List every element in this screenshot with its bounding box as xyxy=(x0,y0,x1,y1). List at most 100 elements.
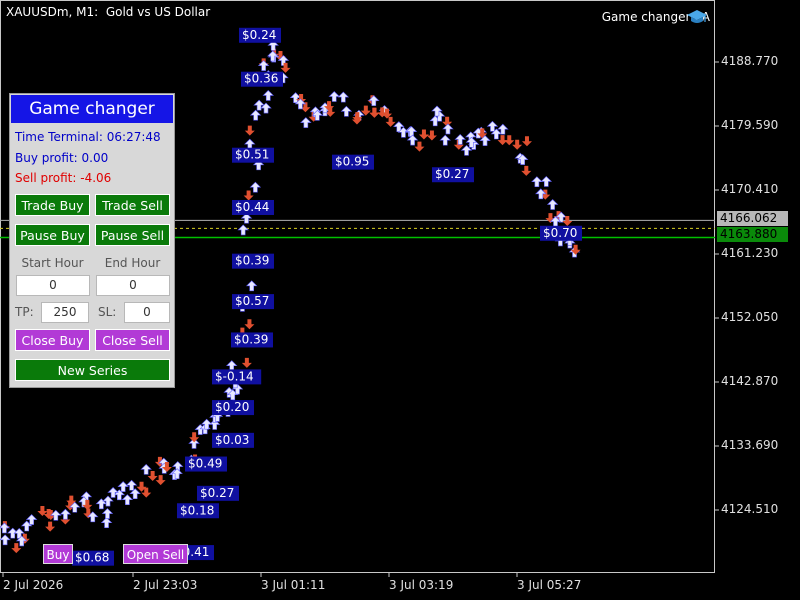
ask-price-tag: 4163.880 xyxy=(717,227,788,242)
bid-price-tag: 4166.062 xyxy=(717,211,788,226)
buy-profit-label: Buy profit: 0.00 xyxy=(15,151,109,165)
buy-arrow-marker xyxy=(257,60,270,71)
profit-label: $0.51 xyxy=(235,148,269,162)
sl-input[interactable]: 0 xyxy=(124,302,170,323)
buy-arrow-marker xyxy=(340,105,353,117)
start-hour-label: Start Hour xyxy=(21,256,84,270)
price-axis-label: 4170.410 xyxy=(721,182,779,196)
tp-label: TP: xyxy=(15,305,34,319)
profit-label: $0.39 xyxy=(234,332,268,346)
buy-arrow-marker xyxy=(405,126,418,137)
time-axis-label: 3 Jul 03:19 xyxy=(389,578,454,592)
price-axis-label: 4179.590 xyxy=(721,118,779,132)
price-axis-label: 4188.770 xyxy=(721,54,779,68)
sell-arrow-marker xyxy=(562,216,573,227)
sell-arrow-marker xyxy=(241,357,252,368)
tp-input[interactable]: 250 xyxy=(41,302,89,323)
price-axis-label: 4133.690 xyxy=(721,438,779,452)
price-axis-label: 4124.510 xyxy=(721,502,779,516)
open-sell-button[interactable]: Open Sell xyxy=(123,544,188,564)
time-axis-label: 3 Jul 05:27 xyxy=(517,578,582,592)
buy-arrow-marker xyxy=(546,199,559,210)
buy-arrow-marker xyxy=(121,494,134,506)
sell-arrow-marker xyxy=(244,125,255,136)
trade-buy-button[interactable]: Trade Buy xyxy=(15,194,90,216)
buy-arrow-marker xyxy=(0,534,11,546)
profit-label: $0.70 xyxy=(543,226,577,240)
start-hour-input[interactable]: 0 xyxy=(16,275,90,296)
profit-label: $0.44 xyxy=(235,200,269,214)
close-buy-button[interactable]: Close Buy xyxy=(15,329,90,351)
buy-arrow-marker xyxy=(531,176,543,188)
profit-label: $0.27 xyxy=(200,486,234,500)
price-axis-label: 4152.050 xyxy=(721,310,779,324)
trade-sell-button[interactable]: Trade Sell xyxy=(95,194,170,216)
profit-label: $0.27 xyxy=(435,167,469,181)
buy-arrow-marker xyxy=(0,522,11,534)
sell-arrow-marker xyxy=(189,432,200,443)
sell-arrow-marker xyxy=(244,319,255,330)
buy-arrow-marker xyxy=(368,95,380,106)
buy-arrow-marker xyxy=(249,109,262,121)
buy-arrow-marker xyxy=(267,50,279,62)
sell-arrow-marker xyxy=(521,165,532,176)
graduation-cap-icon xyxy=(687,10,707,23)
buy-arrow-marker xyxy=(100,517,113,528)
profit-label: $0.95 xyxy=(335,155,369,169)
close-sell-button[interactable]: Close Sell xyxy=(95,329,170,351)
end-hour-label: End Hour xyxy=(104,256,161,270)
chart-title: XAUUSDm, M1: Gold vs US Dollar xyxy=(6,5,211,19)
price-axis-label: 4142.870 xyxy=(721,374,779,388)
sell-profit-label: Sell profit: -4.06 xyxy=(15,171,112,185)
buy-button[interactable]: Buy xyxy=(43,544,73,564)
buy-arrow-marker xyxy=(253,99,265,111)
pause-buy-button[interactable]: Pause Buy xyxy=(15,224,90,246)
sell-arrow-marker xyxy=(497,135,508,146)
profit-label: $0.68 xyxy=(75,551,109,565)
buy-arrow-marker xyxy=(101,508,114,519)
new-series-button[interactable]: New Series xyxy=(15,359,170,381)
time-axis-label: 2 Jul 23:03 xyxy=(133,578,198,592)
price-axis-label: 4161.230 xyxy=(721,246,779,260)
profit-label: $0.36 xyxy=(244,72,278,86)
sell-arrow-marker xyxy=(155,475,166,486)
sell-arrow-marker xyxy=(426,130,437,141)
buy-arrow-marker xyxy=(237,224,249,236)
time-terminal-label: Time Terminal: 06:27:48 xyxy=(15,130,161,144)
buy-arrow-marker xyxy=(249,181,262,193)
buy-arrow-marker xyxy=(439,134,451,146)
buy-arrow-marker xyxy=(454,134,466,145)
sell-arrow-marker xyxy=(512,139,523,150)
buy-arrow-marker xyxy=(245,280,258,292)
buy-arrow-marker xyxy=(262,90,274,101)
sell-arrow-marker xyxy=(45,521,56,532)
time-axis-label: 2 Jul 2026 xyxy=(3,578,64,592)
profit-label: $-0.14 xyxy=(215,369,254,383)
profit-label: $0.18 xyxy=(180,503,214,517)
sell-arrow-marker xyxy=(243,190,254,201)
buy-arrow-marker xyxy=(337,91,350,103)
end-hour-input[interactable]: 0 xyxy=(96,275,170,296)
buy-arrow-marker xyxy=(59,508,72,520)
time-axis-label: 3 Jul 01:11 xyxy=(261,578,326,592)
profit-label: $0.03 xyxy=(215,433,249,447)
buy-arrow-marker xyxy=(442,123,454,135)
profit-label: $0.49 xyxy=(188,457,222,471)
profit-label: $0.39 xyxy=(235,254,269,268)
sell-arrow-marker xyxy=(147,471,158,482)
buy-arrow-marker xyxy=(540,176,553,187)
sell-arrow-marker xyxy=(418,129,429,140)
sell-arrow-marker xyxy=(414,141,425,152)
sell-arrow-marker xyxy=(521,136,532,147)
buy-arrow-marker xyxy=(328,91,340,102)
buy-arrow-marker xyxy=(140,463,152,475)
buy-arrow-marker xyxy=(300,117,312,128)
game-changer-panel: Game changer Time Terminal: 06:27:48 Buy… xyxy=(9,93,175,388)
profit-label: $0.20 xyxy=(215,400,249,414)
pause-sell-button[interactable]: Pause Sell xyxy=(95,224,170,246)
buy-arrow-marker xyxy=(107,487,119,498)
sl-label: SL: xyxy=(98,305,117,319)
sell-arrow-marker xyxy=(504,135,515,146)
panel-title[interactable]: Game changer xyxy=(11,95,173,123)
profit-label: $0.57 xyxy=(235,294,269,308)
